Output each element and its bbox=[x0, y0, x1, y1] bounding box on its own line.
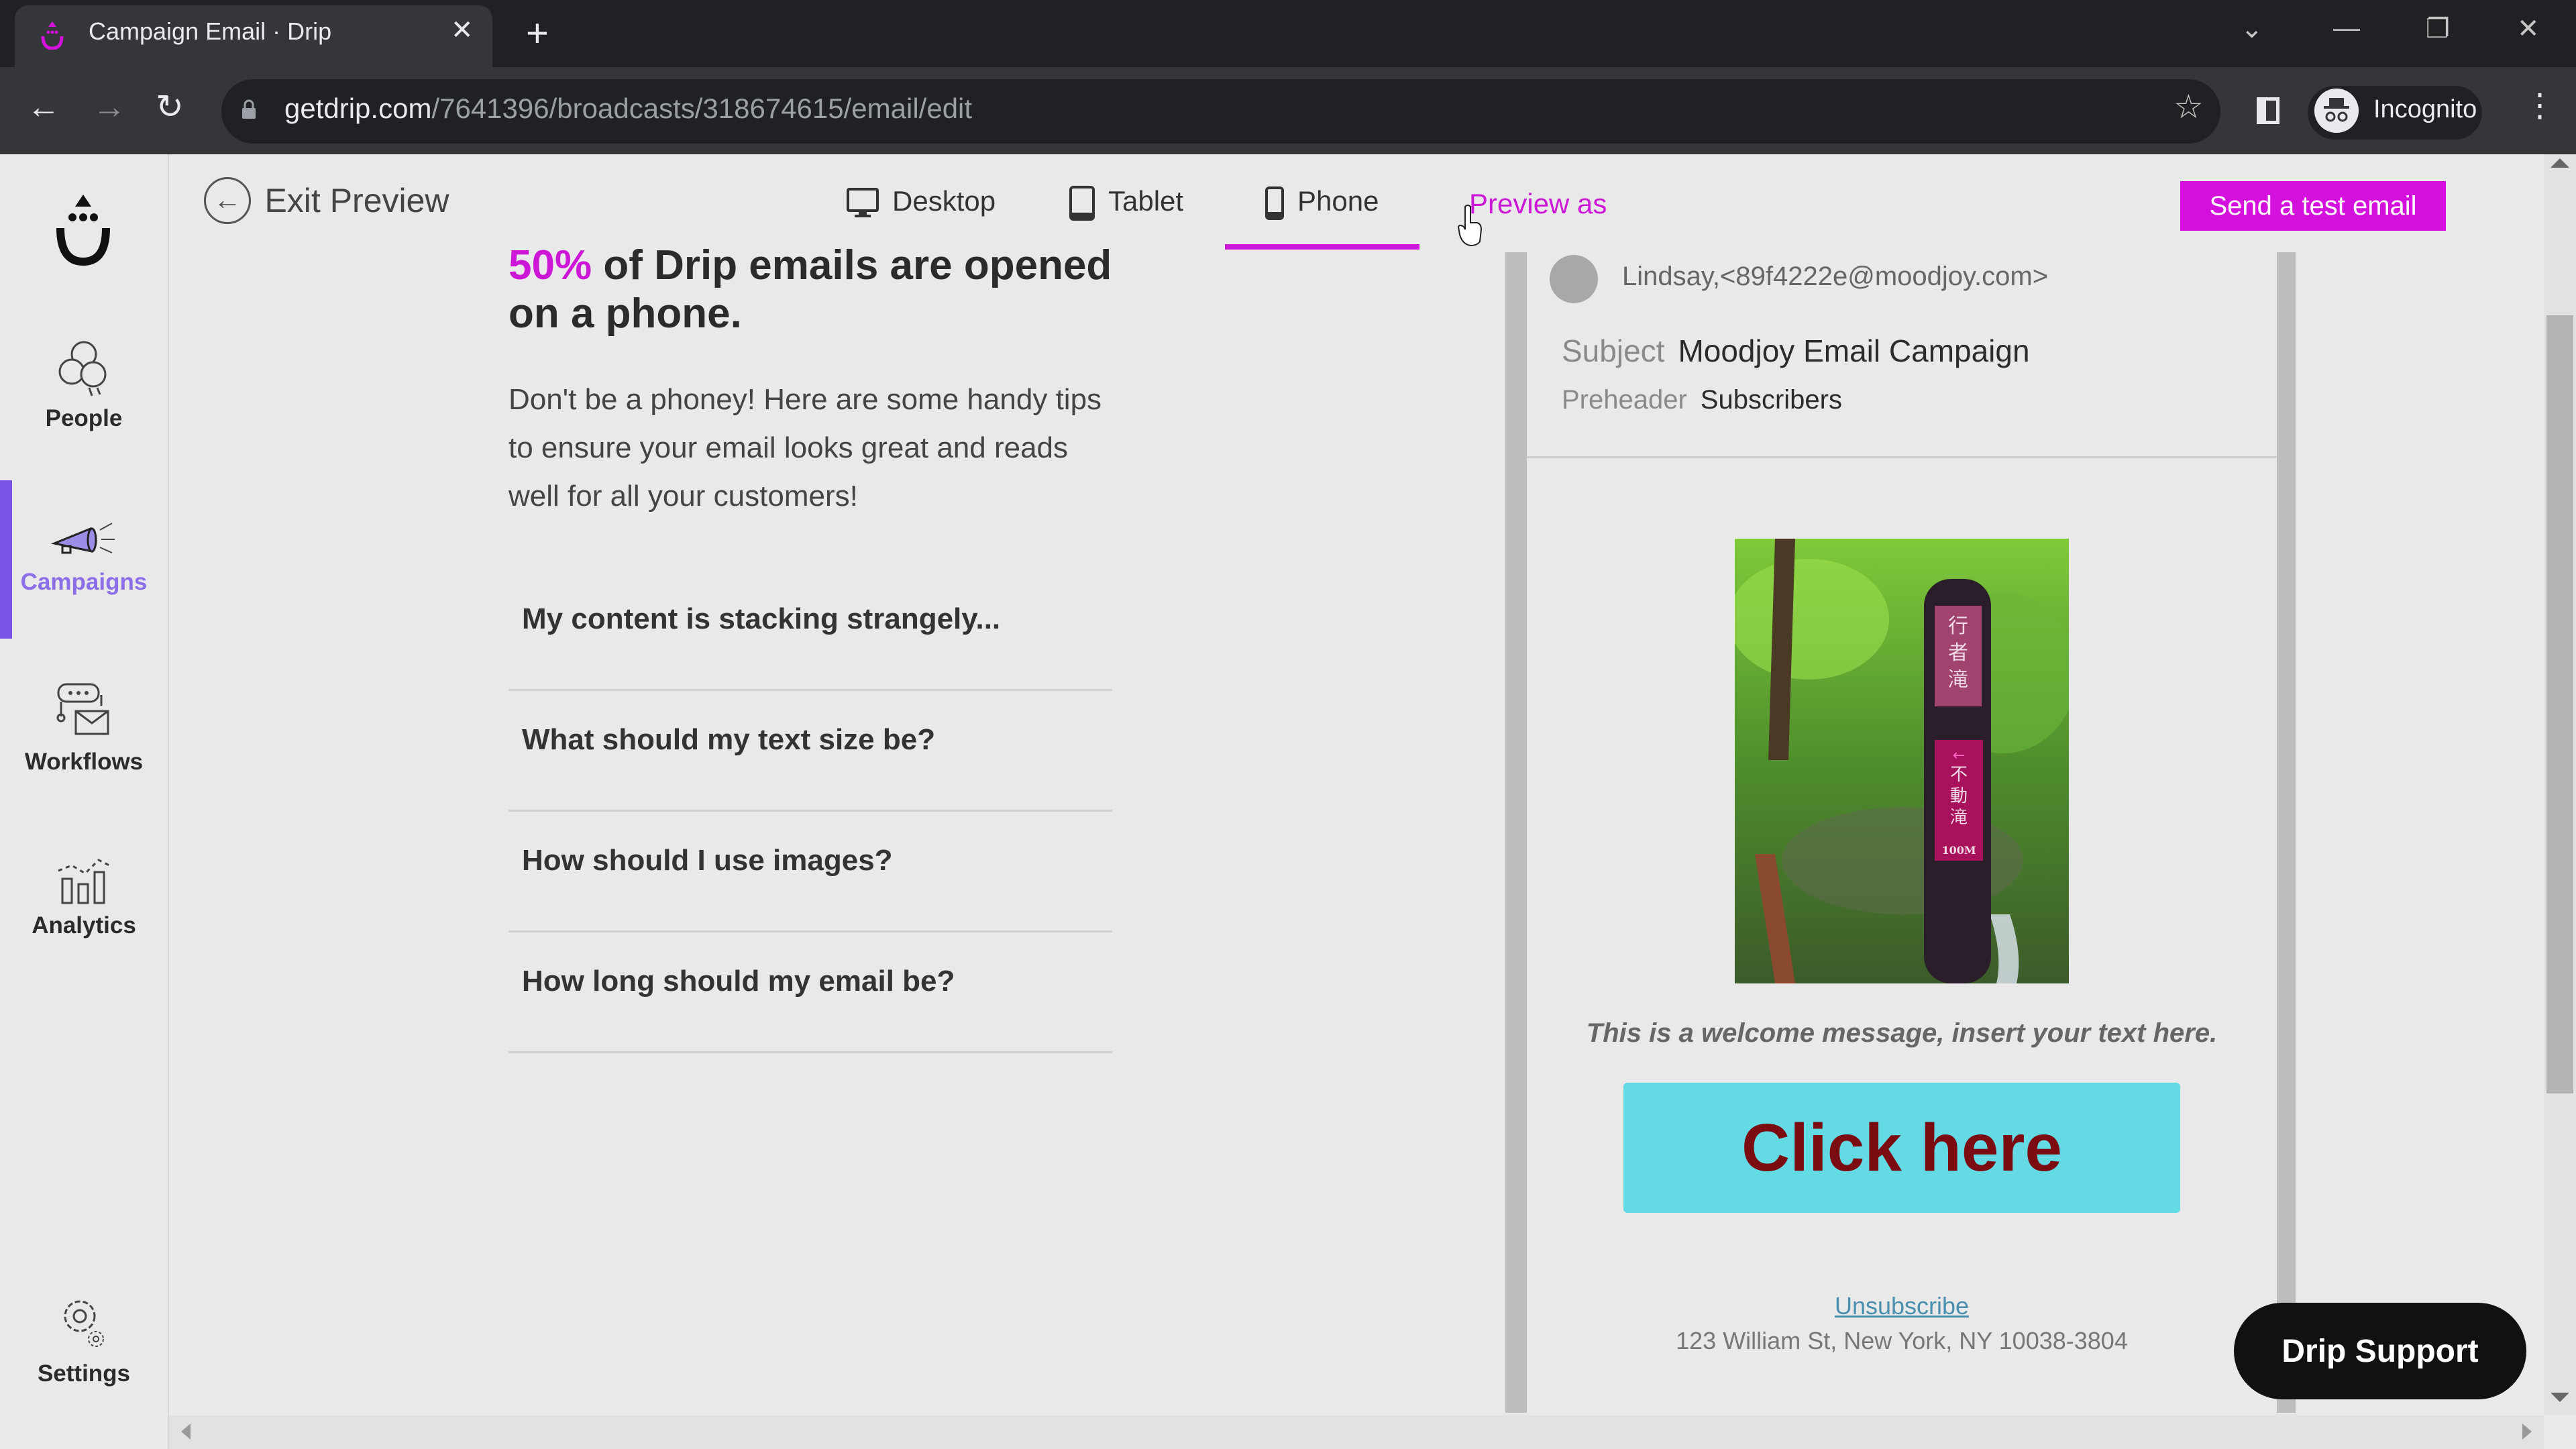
tips-headline: 50% of Drip emails are opened on a phone… bbox=[508, 241, 1112, 338]
svg-text:100M: 100M bbox=[1941, 844, 1976, 857]
exit-preview-label: Exit Preview bbox=[264, 182, 449, 219]
faq-label: What should my text size be? bbox=[522, 723, 936, 756]
subject-label: Subject bbox=[1562, 333, 1665, 368]
close-window-icon[interactable]: ✕ bbox=[2517, 13, 2540, 44]
plus-icon[interactable]: + bbox=[526, 11, 549, 56]
tab-phone[interactable]: Phone bbox=[1265, 185, 1379, 220]
sign-top-char: 行 bbox=[1948, 614, 1968, 638]
vertical-scrollbar-thumb[interactable] bbox=[2546, 315, 2573, 1093]
email-preheader-row: Preheader Subscribers bbox=[1562, 385, 1842, 415]
tab-label: Tablet bbox=[1108, 185, 1184, 217]
exit-preview-button[interactable]: ← Exit Preview bbox=[204, 177, 449, 224]
selected-tab-indicator bbox=[1225, 244, 1419, 250]
forest-sign-image: 行 者 滝 ← 不 動 滝 100M bbox=[1735, 539, 2069, 983]
svg-text:不: 不 bbox=[1950, 765, 1968, 785]
headline-text: of Drip emails are opened on a phone. bbox=[508, 242, 1112, 337]
faq-label: How long should my email be? bbox=[522, 965, 955, 998]
gear-icon bbox=[64, 1300, 104, 1347]
tab-label: Desktop bbox=[892, 185, 996, 217]
phone-icon bbox=[1265, 186, 1284, 220]
sidebar-item-label: People bbox=[45, 405, 123, 431]
sender-avatar bbox=[1550, 255, 1598, 303]
cta-button[interactable]: Click here bbox=[1623, 1083, 2180, 1213]
preview-as-link[interactable]: Preview as bbox=[1469, 188, 1607, 220]
faq-label: My content is stacking strangely... bbox=[522, 602, 1001, 635]
headline-percent: 50% bbox=[508, 242, 592, 288]
lock-icon bbox=[242, 99, 256, 119]
phone-frame-left bbox=[1505, 252, 1527, 1413]
arrow-left-icon[interactable]: ← bbox=[27, 87, 60, 126]
incognito-icon bbox=[2314, 89, 2359, 133]
preheader-value: Subscribers bbox=[1700, 385, 1842, 415]
tab-label: Phone bbox=[1297, 185, 1379, 217]
sidebar-item-settings[interactable]: Settings bbox=[0, 1295, 168, 1387]
faq-item[interactable]: How long should my email be? bbox=[508, 932, 1112, 1053]
svg-text:動: 動 bbox=[1950, 786, 1968, 806]
scroll-down-arrow-icon[interactable] bbox=[2551, 1393, 2569, 1402]
tab-title: Campaign Email · Drip bbox=[89, 17, 332, 45]
drip-support-button[interactable]: Drip Support bbox=[2234, 1303, 2526, 1399]
workflow-icon bbox=[56, 683, 109, 735]
sidebar-item-analytics[interactable]: Analytics bbox=[0, 853, 168, 939]
faq-item[interactable]: My content is stacking strangely... bbox=[508, 570, 1112, 691]
arrow-left-icon: ← bbox=[204, 177, 251, 224]
subject-value: Moodjoy Email Campaign bbox=[1678, 333, 2030, 368]
arrow-right-icon[interactable]: → bbox=[93, 87, 126, 126]
tab-tablet[interactable]: Tablet bbox=[1069, 185, 1183, 221]
send-test-email-button[interactable]: Send a test email bbox=[2180, 181, 2446, 231]
scroll-left-arrow-icon[interactable] bbox=[181, 1424, 191, 1440]
star-icon[interactable]: ☆ bbox=[2174, 87, 2204, 126]
preheader-label: Preheader bbox=[1562, 385, 1687, 415]
chevron-down-icon[interactable]: ⌄ bbox=[2241, 13, 2263, 44]
faq-item[interactable]: How should I use images? bbox=[508, 812, 1112, 932]
sidebar-item-campaigns[interactable]: Campaigns bbox=[0, 510, 168, 596]
sidebar-item-label: Settings bbox=[37, 1360, 131, 1387]
analytics-icon bbox=[58, 859, 113, 904]
reload-icon[interactable]: ↻ bbox=[156, 87, 184, 126]
minimize-icon[interactable]: — bbox=[2333, 13, 2360, 44]
phone-frame-right bbox=[2277, 252, 2296, 1413]
footer-address: 123 William St, New York, NY 10038-3804 bbox=[1676, 1327, 2128, 1354]
faq-item[interactable]: What should my text size be? bbox=[508, 691, 1112, 812]
tab-desktop[interactable]: Desktop bbox=[847, 185, 996, 219]
svg-text:滝: 滝 bbox=[1950, 808, 1968, 828]
horizontal-scrollbar[interactable] bbox=[169, 1415, 2544, 1449]
app-content bbox=[0, 154, 2576, 1449]
sidebar-item-people[interactable]: People bbox=[0, 335, 168, 432]
close-icon[interactable]: ✕ bbox=[451, 15, 474, 46]
faq-label: How should I use images? bbox=[522, 844, 893, 877]
megaphone-icon bbox=[50, 523, 115, 554]
scroll-up-arrow-icon[interactable] bbox=[2551, 158, 2569, 168]
drip-logo-icon bbox=[41, 21, 64, 50]
side-panel-icon[interactable] bbox=[2257, 97, 2279, 124]
email-subject-row: Subject Moodjoy Email Campaign bbox=[1562, 333, 2030, 369]
sidebar-item-label: Analytics bbox=[32, 912, 136, 938]
restore-icon[interactable]: ❐ bbox=[2426, 13, 2450, 44]
unsubscribe-link[interactable]: Unsubscribe bbox=[1536, 1292, 2267, 1320]
svg-text:←: ← bbox=[1953, 747, 1965, 764]
sidebar-item-workflows[interactable]: Workflows bbox=[0, 682, 168, 775]
sidebar-item-label: Workflows bbox=[24, 749, 144, 775]
sign-top-char: 滝 bbox=[1948, 668, 1968, 692]
hand-cursor-icon bbox=[1457, 205, 1483, 247]
desktop-icon bbox=[847, 187, 879, 217]
url-host: getdrip.com bbox=[284, 93, 432, 124]
url-path: /7641396/broadcasts/318674615/email/edit bbox=[431, 93, 973, 124]
people-icon bbox=[58, 341, 107, 396]
scroll-right-arrow-icon[interactable] bbox=[2522, 1424, 2532, 1440]
email-from: Lindsay,<89f4222e@moodjoy.com> bbox=[1622, 262, 2049, 291]
more-vert-icon[interactable]: ⋮ bbox=[2524, 90, 2556, 122]
drip-logo-icon[interactable] bbox=[52, 192, 114, 266]
sign-top-char: 者 bbox=[1948, 641, 1968, 665]
profile-label: Incognito bbox=[2373, 95, 2477, 123]
tablet-icon bbox=[1069, 185, 1095, 221]
tips-intro: Don't be a phoney! Here are some handy t… bbox=[508, 383, 1102, 513]
url-text[interactable]: getdrip.com/7641396/broadcasts/318674615… bbox=[284, 93, 972, 125]
divider bbox=[1527, 456, 2277, 458]
sidebar-item-label: Campaigns bbox=[20, 569, 148, 595]
email-hero-image: 行 者 滝 ← 不 動 滝 100M bbox=[1735, 539, 2069, 983]
welcome-message: This is a welcome message, insert your t… bbox=[1586, 1018, 2218, 1048]
